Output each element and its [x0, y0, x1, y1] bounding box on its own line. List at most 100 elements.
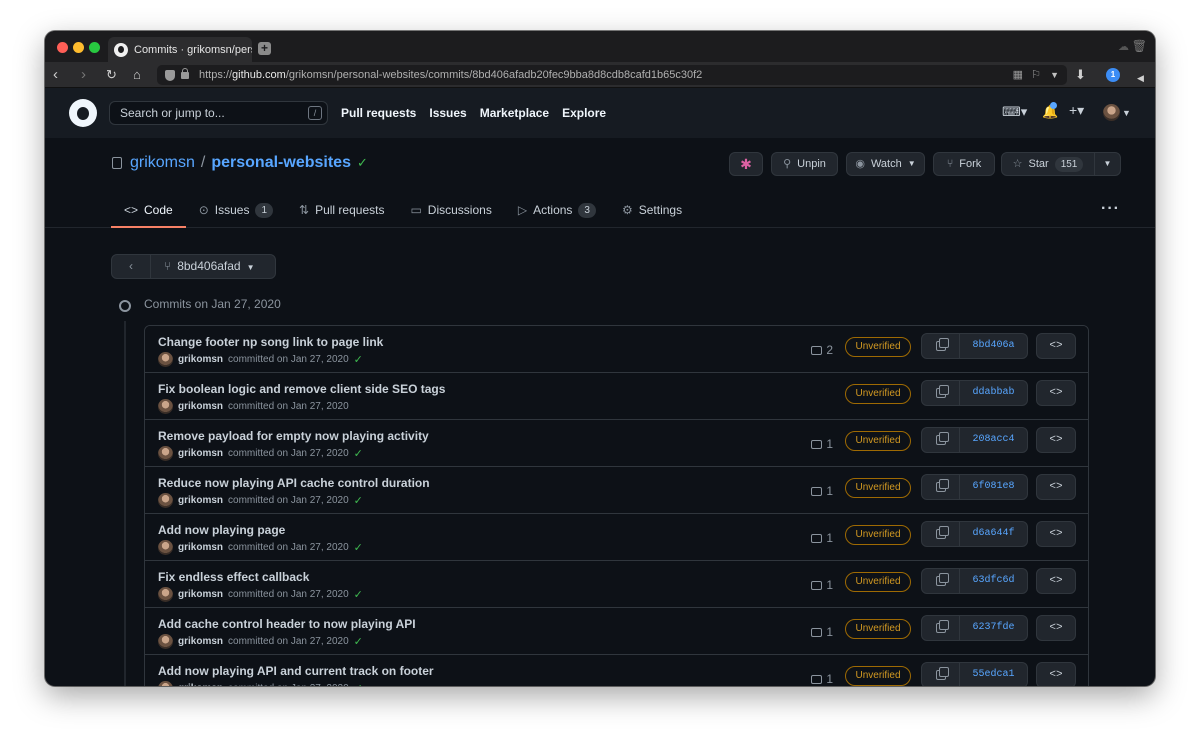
command-palette-icon[interactable]: ⌨▾ [1002, 104, 1027, 120]
tab-issues[interactable]: ⊙ Issues 1 [186, 194, 286, 228]
check-icon[interactable]: ✓ [354, 682, 363, 686]
author-avatar[interactable] [158, 399, 173, 414]
browse-files-button[interactable]: <> [1036, 568, 1076, 594]
commit-message-link[interactable]: Add cache control header to now playing … [158, 617, 416, 631]
commit-message-link[interactable]: Fix boolean logic and remove client side… [158, 382, 445, 396]
commit-message-link[interactable]: Remove payload for empty now playing act… [158, 429, 429, 443]
bookmark-icon[interactable]: ⚐ [1031, 65, 1041, 85]
commit-sha-link[interactable]: d6a644f [960, 522, 1027, 546]
commit-sha-link[interactable]: ddabbab [960, 381, 1027, 405]
unverified-badge[interactable]: Unverified [845, 384, 911, 404]
new-tab-button[interactable]: + [258, 42, 271, 55]
avatar-dropdown-icon[interactable]: ▼ [1122, 108, 1131, 118]
author-avatar[interactable] [158, 493, 173, 508]
nav-explore[interactable]: Explore [562, 106, 606, 120]
author-avatar[interactable] [158, 587, 173, 602]
unverified-badge[interactable]: Unverified [845, 478, 911, 498]
download-icon[interactable]: ⬇ [1075, 66, 1086, 83]
commit-sha-link[interactable]: 63dfc6d [960, 569, 1027, 593]
commit-author-link[interactable]: grikomsn [178, 401, 223, 412]
commit-message-link[interactable]: Add now playing API and current track on… [158, 664, 434, 678]
commit-sha-link[interactable]: 6237fde [960, 616, 1027, 640]
author-avatar[interactable] [158, 540, 173, 555]
browse-files-button[interactable]: <> [1036, 474, 1076, 500]
browse-files-button[interactable]: <> [1036, 521, 1076, 547]
commit-sha-link[interactable]: 8bd406a [960, 334, 1027, 358]
unpin-button[interactable]: ⚲ Unpin [771, 152, 838, 176]
home-icon[interactable]: ⌂ [133, 66, 141, 83]
lock-icon[interactable] [181, 68, 189, 79]
commit-message-link[interactable]: Fix endless effect callback [158, 570, 309, 584]
check-icon[interactable]: ✓ [354, 353, 363, 366]
commit-sha-link[interactable]: 6f081e8 [960, 475, 1027, 499]
check-icon[interactable]: ✓ [354, 635, 363, 648]
commit-message-link[interactable]: Change footer np song link to page link [158, 335, 383, 349]
comments-link[interactable]: 1 [811, 578, 833, 592]
check-icon[interactable]: ✓ [354, 541, 363, 554]
unverified-badge[interactable]: Unverified [845, 431, 911, 451]
copy-sha-button[interactable] [922, 381, 960, 405]
previous-page-button[interactable]: ‹ [112, 255, 151, 278]
more-options-icon[interactable]: ··· [1101, 200, 1120, 218]
commit-author-link[interactable]: grikomsn [178, 683, 223, 686]
star-list-dropdown[interactable]: ▼ [1094, 152, 1121, 176]
commit-author-link[interactable]: grikomsn [178, 495, 223, 506]
author-avatar[interactable] [158, 634, 173, 649]
tab-pull-requests[interactable]: ⇅ Pull requests [286, 194, 397, 228]
copy-sha-button[interactable] [922, 522, 960, 546]
watch-button[interactable]: ◉ Watch ▼ [846, 152, 925, 176]
qr-code-icon[interactable]: ▦ [1013, 65, 1023, 85]
minimize-window-button[interactable] [73, 42, 84, 53]
author-avatar[interactable] [158, 681, 173, 686]
tab-settings[interactable]: ⚙ Settings [609, 194, 695, 228]
browse-files-button[interactable]: <> [1036, 662, 1076, 686]
browse-files-button[interactable]: <> [1036, 333, 1076, 359]
commit-message-link[interactable]: Reduce now playing API cache control dur… [158, 476, 430, 490]
repo-owner-link[interactable]: grikomsn [130, 154, 195, 172]
author-avatar[interactable] [158, 446, 173, 461]
commit-sha-link[interactable]: 208acc4 [960, 428, 1027, 452]
browse-files-button[interactable]: <> [1036, 427, 1076, 453]
close-window-button[interactable] [57, 42, 68, 53]
commit-author-link[interactable]: grikomsn [178, 589, 223, 600]
branch-selector[interactable]: ⑂ 8bd406afad ▼ [164, 255, 255, 278]
fork-button[interactable]: ⑂ Fork [933, 152, 995, 176]
user-avatar[interactable] [1103, 104, 1120, 121]
copy-sha-button[interactable] [922, 334, 960, 358]
copy-sha-button[interactable] [922, 663, 960, 686]
browse-files-button[interactable]: <> [1036, 615, 1076, 641]
tab-code[interactable]: <> Code [111, 194, 186, 228]
unverified-badge[interactable]: Unverified [845, 525, 911, 545]
sponsor-button[interactable]: ✱ [729, 152, 763, 176]
zoom-window-button[interactable] [89, 42, 100, 53]
search-input[interactable]: Search or jump to... / [109, 101, 328, 125]
comments-link[interactable]: 1 [811, 531, 833, 545]
copy-sha-button[interactable] [922, 428, 960, 452]
commit-author-link[interactable]: grikomsn [178, 542, 223, 553]
check-icon[interactable]: ✓ [354, 447, 363, 460]
cloud-icon[interactable]: ☁ [1118, 40, 1129, 53]
create-new-icon[interactable]: +▾ [1069, 102, 1084, 119]
nav-issues[interactable]: Issues [429, 106, 466, 120]
comments-link[interactable]: 2 [811, 343, 833, 357]
password-manager-icon[interactable]: 1 [1106, 68, 1120, 82]
commit-message-link[interactable]: Add now playing page [158, 523, 285, 537]
commit-author-link[interactable]: grikomsn [178, 636, 223, 647]
reload-icon[interactable]: ↻ [106, 66, 117, 83]
trash-icon[interactable]: 🗑 [1132, 39, 1147, 53]
sidebar-toggle-icon[interactable]: ◀ [1137, 70, 1144, 87]
url-field[interactable]: https://github.com/grikomsn/personal-web… [157, 65, 1067, 85]
commit-author-link[interactable]: grikomsn [178, 354, 223, 365]
repo-name-link[interactable]: personal-websites [211, 154, 351, 172]
copy-sha-button[interactable] [922, 616, 960, 640]
unverified-badge[interactable]: Unverified [845, 666, 911, 686]
tab-discussions[interactable]: ▭ Discussions [397, 194, 504, 228]
forward-icon[interactable]: › [81, 66, 86, 83]
author-avatar[interactable] [158, 352, 173, 367]
browse-files-button[interactable]: <> [1036, 380, 1076, 406]
copy-sha-button[interactable] [922, 475, 960, 499]
url-dropdown-icon[interactable]: ▼ [1050, 65, 1059, 85]
commit-author-link[interactable]: grikomsn [178, 448, 223, 459]
commit-sha-link[interactable]: 55edca1 [960, 663, 1027, 686]
github-logo-icon[interactable] [69, 99, 97, 127]
